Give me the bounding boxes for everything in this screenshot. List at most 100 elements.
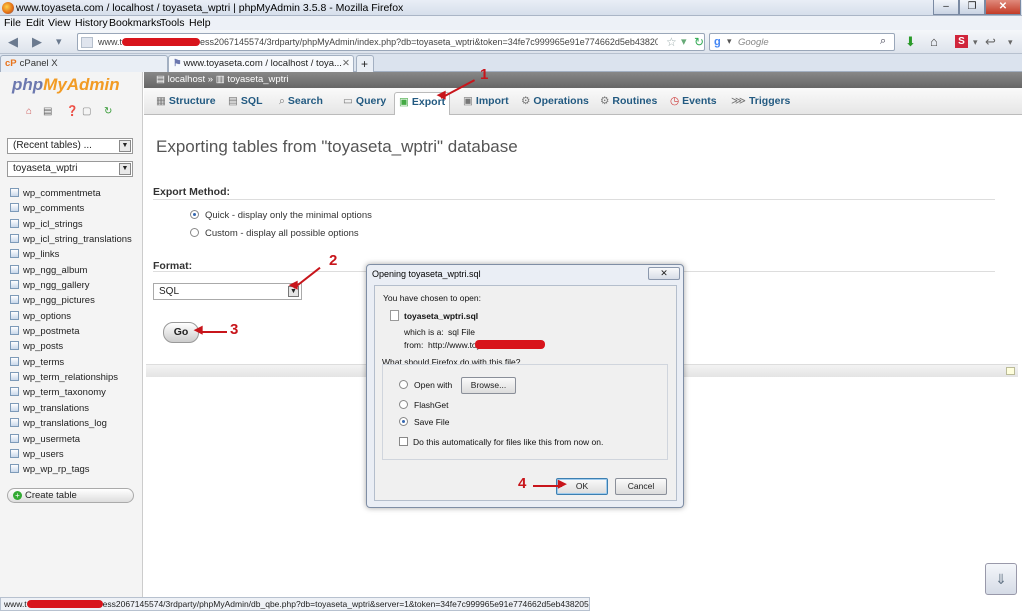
close-window-button[interactable]: ✕ [985,0,1021,15]
tab-operations[interactable]: ⚙ Operations [517,92,593,111]
table-icon[interactable] [10,356,19,366]
save-file-radio[interactable] [399,417,408,426]
search-engine-dropdown-icon[interactable]: ▾ [727,36,732,47]
table-item[interactable]: wp_ngg_gallery [10,278,132,293]
menu-edit[interactable]: Edit [26,17,44,29]
table-item[interactable]: wp_term_relationships [10,370,132,385]
menu-file[interactable]: File [4,17,21,29]
table-item[interactable]: wp_links [10,247,132,262]
table-item[interactable]: wp_wp_rp_tags [10,462,132,477]
tab-import[interactable]: ▣ Import [459,92,513,111]
table-icon[interactable] [10,280,19,290]
table-icon[interactable] [10,464,19,474]
format-select[interactable]: SQL ▼ [153,283,302,300]
menu-tools[interactable]: Tools [160,17,185,29]
custom-radio[interactable] [190,228,199,237]
table-item[interactable]: wp_icl_string_translations [10,232,132,247]
table-item[interactable]: wp_comments [10,201,132,216]
table-icon[interactable] [10,203,19,213]
create-table-button[interactable]: + Create table [7,488,134,503]
documentation-icon[interactable]: ❓ [66,106,78,118]
recent-tables-select[interactable]: (Recent tables) ... ▼ [7,138,133,154]
table-icon[interactable] [10,402,19,412]
auto-action-checkbox[interactable] [399,437,408,446]
tab-events[interactable]: ◷ Events [666,92,721,111]
table-item[interactable]: wp_ngg_album [10,263,132,278]
minimize-button[interactable]: ‒ [933,0,959,15]
sql-query-window-icon[interactable]: ▤ [43,106,52,118]
table-icon[interactable] [10,234,19,244]
table-item[interactable]: wp_posts [10,339,132,354]
back-button[interactable]: ◀ [8,34,18,50]
bookmark-star-icon[interactable]: ☆ [666,35,677,49]
open-with-option[interactable]: Open with [399,380,452,390]
addon-arrow-icon[interactable]: ↩ [985,35,996,49]
table-icon[interactable] [10,341,19,351]
table-icon[interactable] [10,433,19,443]
table-item[interactable]: wp_icl_strings [10,217,132,232]
table-icon[interactable] [10,448,19,458]
menu-help[interactable]: Help [189,17,211,29]
table-item[interactable]: wp_users [10,447,132,462]
forward-button[interactable]: ▶ [32,34,42,50]
reload-icon[interactable]: ↻ [694,35,704,49]
page-icon[interactable] [1006,367,1015,375]
menu-dropdown-icon[interactable]: ▾ [1008,35,1013,49]
history-dropdown-icon[interactable]: ▾ [56,34,62,50]
table-item[interactable]: wp_term_taxonomy [10,385,132,400]
quick-export-option[interactable]: Quick - display only the minimal options [190,210,372,221]
breadcrumb-server[interactable]: localhost [168,74,206,85]
tab-structure[interactable]: ▦ Structure [152,92,220,111]
search-icon[interactable]: ⌕ [880,35,886,48]
cancel-button[interactable]: Cancel [615,478,667,495]
table-item[interactable]: wp_ngg_pictures [10,293,132,308]
table-item[interactable]: wp_translations_log [10,416,132,431]
google-icon[interactable]: g [714,36,721,48]
scroll-to-bottom-icon[interactable]: ⇓ [985,563,1017,595]
search-box[interactable]: g ▾ Google ⌕ [709,33,895,51]
addon-dropdown-icon[interactable]: ▾ [973,35,978,49]
dialog-close-button[interactable]: ✕ [648,267,680,280]
tab-triggers[interactable]: ⋙ Triggers [727,92,794,111]
table-item[interactable]: wp_terms [10,355,132,370]
menu-view[interactable]: View [48,17,71,29]
url-dropdown-icon[interactable]: ▾ [681,35,687,48]
table-item[interactable]: wp_translations [10,401,132,416]
tab-query[interactable]: ▭ Query [339,92,390,111]
new-tab-button[interactable]: + [356,55,374,72]
custom-export-option[interactable]: Custom - display all possible options [190,228,359,239]
table-icon[interactable] [10,264,19,274]
save-file-option[interactable]: Save File [399,417,449,427]
table-item[interactable]: wp_usermeta [10,432,132,447]
table-icon[interactable] [10,372,19,382]
table-icon[interactable] [10,218,19,228]
browse-button[interactable]: Browse... [461,377,516,394]
table-item[interactable]: wp_commentmeta [10,186,132,201]
addon-s-icon[interactable]: S [955,35,968,48]
table-item[interactable]: wp_options [10,309,132,324]
table-icon[interactable] [10,326,19,336]
maximize-button[interactable]: ❐ [959,0,985,15]
home-icon[interactable]: ⌂ [26,106,32,118]
table-icon[interactable] [10,387,19,397]
docs-page-icon[interactable]: ▢ [82,106,91,118]
download-icon[interactable]: ⬇ [905,35,916,49]
flashget-option[interactable]: FlashGet [399,400,449,410]
table-icon[interactable] [10,418,19,428]
menu-history[interactable]: History [75,17,108,29]
table-icon[interactable] [10,188,19,197]
menu-bookmarks[interactable]: Bookmarks [109,17,162,29]
tab-phpmyadmin[interactable]: ⚑ www.toyaseta.com / localhost / toya... … [168,55,354,72]
quick-radio[interactable] [190,210,199,219]
tab-close-icon[interactable]: ✕ [342,56,350,72]
table-icon[interactable] [10,249,19,259]
tab-search[interactable]: ⌕ Search [275,92,327,111]
table-item[interactable]: wp_postmeta [10,324,132,339]
database-select[interactable]: toyaseta_wptri ▼ [7,161,133,177]
tab-routines[interactable]: ⚙ Routines [596,92,661,111]
home-icon[interactable]: ⌂ [930,35,938,49]
reload-navigation-icon[interactable]: ↻ [104,106,112,118]
site-identity-icon[interactable] [81,37,93,48]
auto-action-option[interactable]: Do this automatically for files like thi… [399,437,603,447]
table-icon[interactable] [10,310,19,320]
